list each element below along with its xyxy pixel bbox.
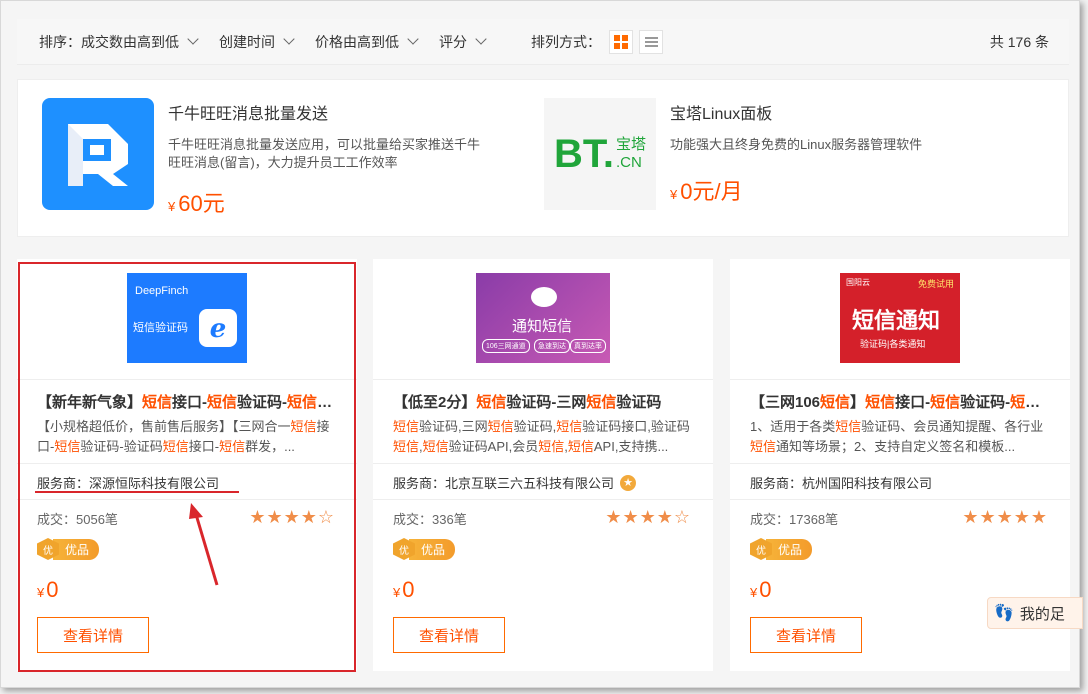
chevron-down-icon [283,33,295,45]
deepfinch-icon: ℯ [199,309,237,347]
footprint-icon: 👣 [994,605,1014,622]
sort-by-rating[interactable]: 评分 [439,32,487,52]
page-frame: 排序：成交数由高到低 创建时间 价格由高到低 评分 排列方式： 共 176 条 [0,0,1083,688]
sales-count: 成交：17368笔 [750,512,839,527]
product-price: ¥0 [393,577,415,602]
product-title[interactable]: 【三网106短信】短信接口-短信验证码-短信群发 [750,391,1052,412]
product-thumbnail[interactable]: 国阳云 免费试用 短信通知 验证码|各类通知 [840,273,960,363]
chevron-down-icon [475,33,487,45]
product-thumbnail[interactable]: DeepFinch 短信验证码 ℯ [127,273,247,363]
list-view-button[interactable] [639,29,663,54]
mail-icon [531,287,557,307]
sort-by-sales[interactable]: 排序：成交数由高到低 [39,32,199,52]
result-count: 共 176 条 [989,33,1049,50]
vendor-name[interactable]: 服务商：北京互联三六五科技有限公司 ★ [393,473,637,492]
sort-by-rating-label: 评分 [439,33,467,50]
featured-desc: 千牛旺旺消息批量发送应用，可以批量给买家推送千牛旺旺消息(留言)，大力提升员工工… [168,137,481,170]
annotation-underline [35,491,239,493]
annotation-arrow-icon [189,503,219,586]
view-mode-label: 排列方式： [531,33,601,50]
rating-stars: ★★★★☆ [249,507,335,527]
featured-title[interactable]: 千牛旺旺消息批量发送 [168,100,488,124]
sales-count: 成交：5056笔 [37,512,118,527]
quality-badge: 优优品 [37,538,100,560]
sort-by-created[interactable]: 创建时间 [219,32,295,52]
qianniu-logo [42,98,154,210]
featured-price: ¥60元 [168,191,225,216]
vendor-name[interactable]: 服务商：深源恒际科技有限公司 [37,473,219,492]
grid-icon [614,34,628,49]
bt-logo: BT. 宝塔 .CN [544,98,656,210]
sort-by-price[interactable]: 价格由高到低 [315,32,419,52]
product-price: ¥0 [750,577,772,602]
chevron-down-icon [407,33,419,45]
product-desc: 短信验证码,三网短信验证码,短信验证码接口,验证码短信,短信验证码API,会员短… [393,419,690,454]
view-details-button[interactable]: 查看详情 [37,617,149,653]
featured-title[interactable]: 宝塔Linux面板 [670,100,990,124]
view-details-button[interactable]: 查看详情 [393,617,505,653]
list-icon [644,36,658,47]
product-price: ¥0 [37,577,59,602]
verified-icon: ★ [620,474,637,491]
grid-view-button[interactable] [609,29,633,54]
featured-item[interactable]: 千牛旺旺消息批量发送 千牛旺旺消息批量发送应用，可以批量给买家推送千牛旺旺消息(… [42,98,488,218]
quality-badge: 优优品 [393,538,456,560]
product-title[interactable]: 【低至2分】短信验证码-三网短信验证码 [393,391,695,412]
product-thumbnail[interactable]: 通知短信 106三网通道 急速到达 真到达率 [476,273,610,363]
view-details-button[interactable]: 查看详情 [750,617,862,653]
rating-stars: ★★★★☆ [605,507,691,527]
footprint-label: 我的足 [1019,605,1065,623]
sort-bar: 排序：成交数由高到低 创建时间 价格由高到低 评分 排列方式： 共 176 条 [17,19,1069,65]
product-title[interactable]: 【新年新气象】短信接口-短信验证码-短信群发 [37,391,339,412]
sort-by-sales-label: 排序：成交数由高到低 [39,33,179,50]
featured-desc: 功能强大且终身免费的Linux服务器管理软件 [670,137,923,152]
product-desc: 【小规格超低价，售前售后服务】【三网合一短信接口-短信验证码-验证码短信接口-短… [37,419,330,454]
chevron-down-icon [187,33,199,45]
sort-by-price-label: 价格由高到低 [315,33,399,50]
product-card[interactable]: 通知短信 106三网通道 急速到达 真到达率 【低至2分】短信验证码-三网短信验… [373,259,713,671]
quality-badge: 优优品 [750,538,813,560]
vendor-name[interactable]: 服务商：杭州国阳科技有限公司 [750,473,932,492]
product-card[interactable]: DeepFinch 短信验证码 ℯ 【新年新气象】短信接口-短信验证码-短信群发… [17,259,357,671]
rating-stars: ★★★★★ [962,507,1048,527]
product-desc: 1、适用于各类短信验证码、会员通知提醒、各行业短信通知等场景；2、支持自定义签名… [750,419,1044,454]
sales-count: 成交：336笔 [393,512,467,527]
featured-item[interactable]: BT. 宝塔 .CN 宝塔Linux面板 功能强大且终身免费的Linux服务器管… [544,98,990,210]
featured-price: ¥0元/月 [670,179,743,204]
featured-section: 千牛旺旺消息批量发送 千牛旺旺消息批量发送应用，可以批量给买家推送千牛旺旺消息(… [17,79,1069,237]
sort-by-created-label: 创建时间 [219,33,275,50]
my-footprint-button[interactable]: 👣 我的足 [987,597,1083,629]
